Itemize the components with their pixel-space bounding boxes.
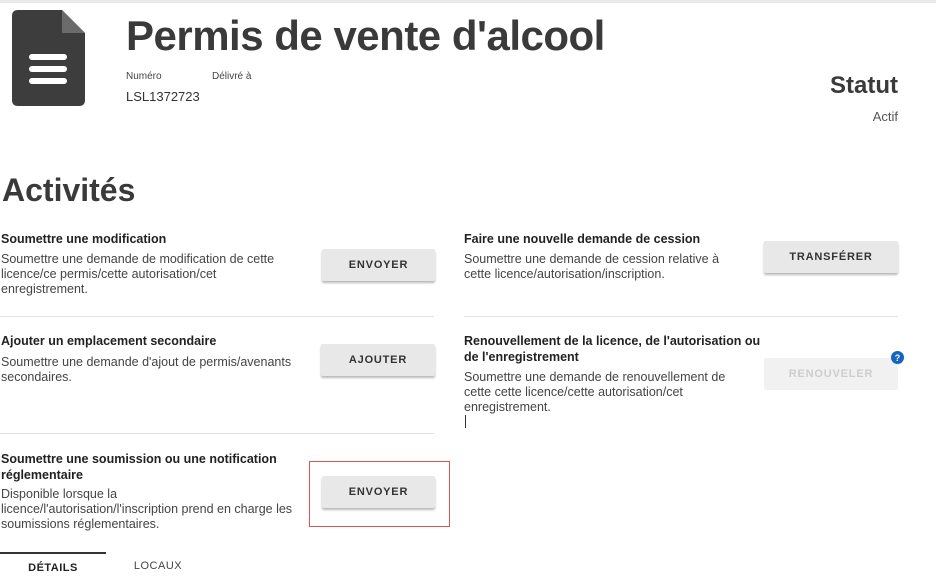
modification-title: Soumettre une modification [1, 232, 167, 246]
renouvellement-desc: Soumettre une demande de renouvellement … [464, 370, 726, 414]
soumission-desc: Disponible lorsque la licence/l'autorisa… [1, 487, 293, 531]
renouvellement-title: Renouvellement de la licence, de l'autor… [464, 334, 761, 364]
divider [464, 316, 898, 317]
status-value: Actif [872, 109, 898, 124]
document-icon [12, 10, 85, 106]
delivre-label: Délivré à [212, 71, 252, 82]
tab-locaux[interactable]: LOCAUX [110, 552, 206, 579]
transferer-button[interactable]: TRANSFÉRER [764, 241, 898, 273]
divider [0, 433, 434, 434]
soumission-envoyer-button[interactable]: ENVOYER [322, 476, 435, 508]
modification-envoyer-button[interactable]: ENVOYER [322, 249, 435, 281]
emplacement-title: Ajouter un emplacement secondaire [1, 334, 217, 348]
cession-desc: Soumettre une demande de cession relativ… [464, 252, 720, 281]
page-title: Permis de vente d'alcool [126, 12, 605, 59]
numero-label: Numéro [126, 71, 162, 82]
activities-title: Activités [2, 172, 136, 208]
divider [0, 316, 434, 317]
tab-details[interactable]: DÉTAILS [0, 552, 106, 581]
top-border [0, 0, 936, 3]
text-cursor [465, 415, 466, 428]
cession-title: Faire une nouvelle demande de cession [464, 232, 701, 246]
emplacement-desc: Soumettre une demande d'ajout de permis/… [1, 355, 292, 384]
status-title: Statut [830, 72, 898, 99]
ajouter-button[interactable]: AJOUTER [321, 344, 435, 376]
soumission-title: Soumettre une soumission ou une notifica… [1, 452, 277, 482]
renouveler-button[interactable]: RENOUVELER [764, 358, 898, 390]
help-icon[interactable]: ? [891, 351, 904, 364]
modification-desc: Soumettre une demande de modification de… [1, 252, 275, 296]
numero-value: LSL1372723 [126, 89, 200, 104]
